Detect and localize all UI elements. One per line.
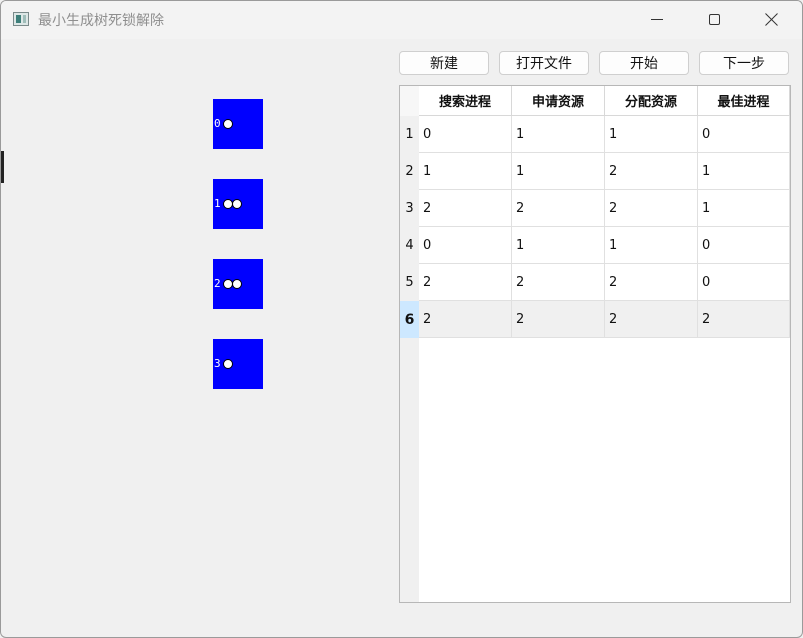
table-cell[interactable]: 2: [419, 190, 512, 227]
next-step-button[interactable]: 下一步: [699, 51, 789, 75]
resource-token: [232, 199, 242, 209]
minimize-icon: [651, 18, 663, 20]
close-button[interactable]: [743, 1, 801, 37]
table-cell[interactable]: 2: [605, 190, 698, 227]
table-cell[interactable]: 1: [605, 227, 698, 264]
table-cell[interactable]: 1: [419, 153, 512, 190]
table-cell[interactable]: 2: [419, 301, 512, 338]
app-icon: [13, 12, 29, 26]
resource-token: [223, 119, 233, 129]
maximize-icon: [708, 13, 720, 25]
column-header-allocate-resource[interactable]: 分配资源: [605, 86, 698, 116]
process-label: 0: [214, 117, 221, 130]
table-cell[interactable]: 2: [512, 190, 605, 227]
table-cell[interactable]: 1: [512, 153, 605, 190]
table-cell[interactable]: 2: [605, 301, 698, 338]
row-header-2[interactable]: 2: [400, 153, 419, 190]
table-cell[interactable]: 0: [419, 116, 512, 153]
table-cell[interactable]: 2: [605, 153, 698, 190]
close-icon: [765, 12, 779, 26]
process-label: 1: [214, 197, 221, 210]
table-cell[interactable]: 2: [512, 264, 605, 301]
table-cell[interactable]: 1: [698, 190, 790, 227]
row-header-4[interactable]: 4: [400, 227, 419, 264]
maximize-button[interactable]: [685, 1, 743, 37]
table-cell[interactable]: 1: [512, 116, 605, 153]
table-cell[interactable]: 0: [698, 227, 790, 264]
resource-token: [223, 359, 233, 369]
table-cell[interactable]: 0: [698, 264, 790, 301]
open-file-button[interactable]: 打开文件: [499, 51, 589, 75]
process-label: 2: [214, 277, 221, 290]
table-cell[interactable]: 1: [605, 116, 698, 153]
process-node-0[interactable]: 0: [213, 99, 263, 149]
column-header-best-process[interactable]: 最佳进程: [698, 86, 790, 116]
minimize-button[interactable]: [628, 1, 686, 37]
resource-token: [232, 279, 242, 289]
column-header-request-resource[interactable]: 申请资源: [512, 86, 605, 116]
table-corner[interactable]: [400, 86, 419, 116]
process-label: 3: [214, 357, 221, 370]
table-cell[interactable]: 2: [698, 301, 790, 338]
table-cell[interactable]: 0: [698, 116, 790, 153]
process-node-3[interactable]: 3: [213, 339, 263, 389]
table-cell[interactable]: 2: [419, 264, 512, 301]
column-header-search-process[interactable]: 搜索进程: [419, 86, 512, 116]
table-cell[interactable]: 0: [419, 227, 512, 264]
row-header-6[interactable]: 6: [400, 301, 419, 338]
window-title: 最小生成树死锁解除: [38, 13, 164, 29]
table-cell[interactable]: 1: [512, 227, 605, 264]
data-table[interactable]: 搜索进程 申请资源 分配资源 最佳进程 1 0 1 1 0 2 1 1 2 1 …: [399, 85, 791, 603]
table-cell[interactable]: 2: [605, 264, 698, 301]
app-window: 最小生成树死锁解除 0 1 2 3 新建 打开文件 开始 下一步 搜索进程 申请…: [0, 0, 803, 638]
table-cell[interactable]: 1: [698, 153, 790, 190]
process-node-1[interactable]: 1: [213, 179, 263, 229]
process-node-2[interactable]: 2: [213, 259, 263, 309]
window-edge-marker: [1, 151, 4, 183]
new-button[interactable]: 新建: [399, 51, 489, 75]
table-cell[interactable]: 2: [512, 301, 605, 338]
row-header-1[interactable]: 1: [400, 116, 419, 153]
start-button[interactable]: 开始: [599, 51, 689, 75]
row-header-3[interactable]: 3: [400, 190, 419, 227]
row-header-5[interactable]: 5: [400, 264, 419, 301]
title-bar: 最小生成树死锁解除: [1, 1, 802, 39]
